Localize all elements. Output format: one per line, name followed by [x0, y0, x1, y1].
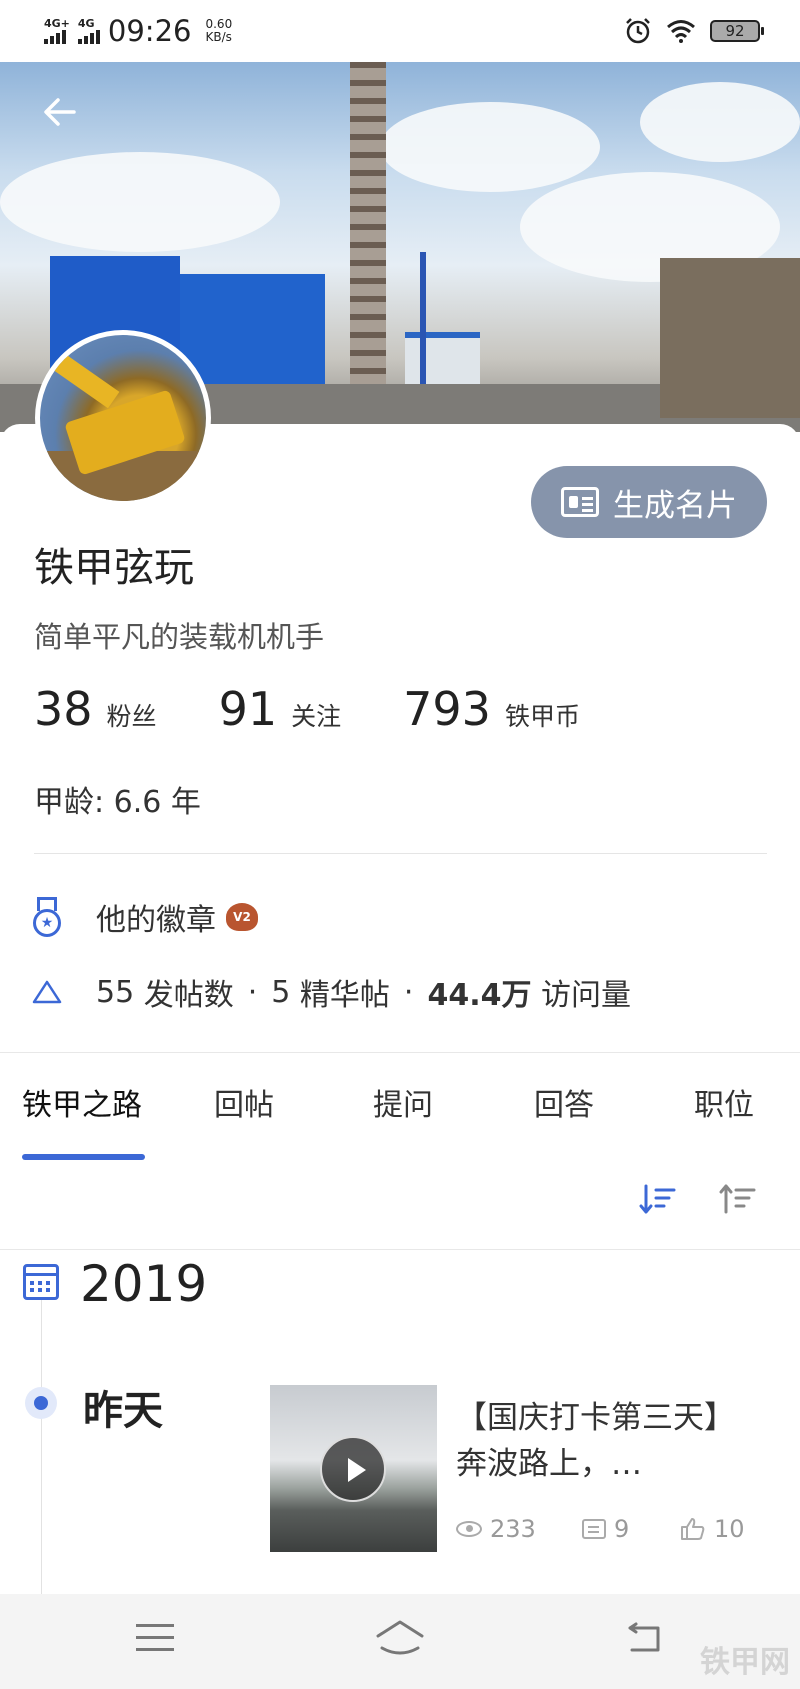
generate-card-label: 生成名片 — [613, 487, 737, 524]
network-speed: 0.60 KB/s — [205, 18, 232, 44]
member-age: 甲龄: 6.6 年 — [34, 785, 201, 820]
triangle-icon — [32, 979, 62, 1005]
visits-count: 44.4万 — [427, 978, 532, 1013]
section-divider — [0, 1052, 800, 1053]
fans-count: 38 — [34, 682, 93, 736]
tab-tiejia-road[interactable]: 铁甲之路 — [22, 1080, 142, 1124]
post-title[interactable]: 【国庆打卡第三天】奔波路上，… — [456, 1395, 756, 1487]
tab-bar: 铁甲之路 回帖 提问 回答 职位 — [0, 1080, 800, 1160]
back-nav-icon[interactable] — [624, 1622, 668, 1666]
post-stats-row: 55 发帖数 · 5 精华帖 · 44.4万 访问量 — [32, 970, 631, 1014]
tab-jobs[interactable]: 职位 — [694, 1080, 754, 1124]
tab-answers[interactable]: 回答 — [534, 1080, 594, 1124]
following-count: 91 — [218, 682, 278, 736]
coins-label: 铁甲币 — [504, 702, 580, 731]
timeline-dot-icon — [25, 1387, 57, 1419]
comments-meta: 9 — [582, 1515, 680, 1543]
comments-count: 9 — [614, 1515, 630, 1543]
sort-bar — [0, 1180, 800, 1248]
coins-stat[interactable]: 793 铁甲币 — [403, 682, 580, 736]
signal-1-icon: 4G+ — [44, 18, 70, 44]
following-stat[interactable]: 91 关注 — [219, 682, 342, 736]
username: 铁甲弦玩 — [34, 545, 194, 591]
signal-2-icon: 4G — [77, 17, 100, 44]
badges-label: 他的徽章 — [96, 903, 216, 938]
posts-count: 55 — [96, 974, 135, 1010]
post-meta: 233 9 10 — [456, 1515, 756, 1543]
battery-icon: 92 — [710, 20, 764, 42]
alarm-icon — [626, 18, 650, 44]
sort-ascending-icon[interactable] — [718, 1180, 758, 1220]
divider — [34, 853, 767, 854]
comment-icon — [582, 1519, 606, 1539]
battery-level: 92 — [725, 22, 745, 40]
visits-label: 访问量 — [541, 978, 632, 1013]
level-badge-icon: V2 — [226, 903, 258, 931]
network-type-1: 4G+ — [44, 17, 70, 30]
tab-questions[interactable]: 提问 — [373, 1080, 433, 1124]
back-button[interactable] — [40, 92, 80, 132]
timeline-day: 昨天 — [83, 1388, 163, 1434]
home-icon[interactable] — [374, 1618, 426, 1662]
network-type-2: 4G — [77, 17, 95, 30]
bio: 简单平凡的装载机机手 — [34, 620, 325, 654]
menu-icon[interactable] — [136, 1624, 180, 1668]
essence-label: 精华帖 — [299, 978, 390, 1013]
tab-active-indicator — [22, 1154, 145, 1160]
divider — [0, 1249, 800, 1250]
system-nav-bar: 铁甲网 — [0, 1594, 800, 1689]
tab-replies[interactable]: 回帖 — [214, 1080, 274, 1124]
status-bar: 4G+ 4G 09:26 0.60 KB/s 92 — [0, 0, 800, 62]
fans-stat[interactable]: 38 粉丝 — [34, 682, 157, 736]
network-speed-unit: KB/s — [205, 30, 232, 44]
posts-label: 发帖数 — [143, 978, 234, 1013]
avatar[interactable] — [35, 330, 211, 506]
views-count: 233 — [490, 1515, 536, 1543]
medal-icon: ★ — [32, 897, 62, 937]
timeline-year: 2019 — [80, 1255, 208, 1313]
following-label: 关注 — [291, 702, 342, 731]
thumbs-up-icon — [681, 1518, 705, 1540]
badges-row[interactable]: ★ 他的徽章 V2 — [32, 895, 258, 939]
generate-card-button[interactable]: 生成名片 — [531, 466, 767, 538]
arrow-left-icon — [44, 98, 76, 126]
views-meta: 233 — [456, 1515, 582, 1543]
calendar-icon — [23, 1264, 59, 1300]
id-card-icon — [561, 487, 599, 517]
separator: · — [247, 974, 258, 1010]
sort-descending-icon[interactable] — [638, 1180, 678, 1220]
fans-label: 粉丝 — [106, 702, 157, 731]
likes-count: 10 — [714, 1515, 745, 1543]
wifi-icon — [667, 20, 695, 43]
play-icon[interactable] — [320, 1436, 386, 1502]
timeline-line — [41, 1300, 42, 1600]
separator: · — [403, 974, 414, 1010]
profile-stats: 38 粉丝 91 关注 793 铁甲币 — [34, 682, 642, 736]
coins-count: 793 — [403, 682, 491, 736]
watermark-logo: 铁甲网 — [700, 1645, 790, 1680]
clock: 09:26 — [107, 14, 192, 48]
essence-count: 5 — [271, 974, 291, 1010]
likes-meta[interactable]: 10 — [680, 1515, 745, 1543]
post-video-thumbnail[interactable] — [270, 1385, 437, 1552]
eye-icon — [456, 1521, 482, 1537]
